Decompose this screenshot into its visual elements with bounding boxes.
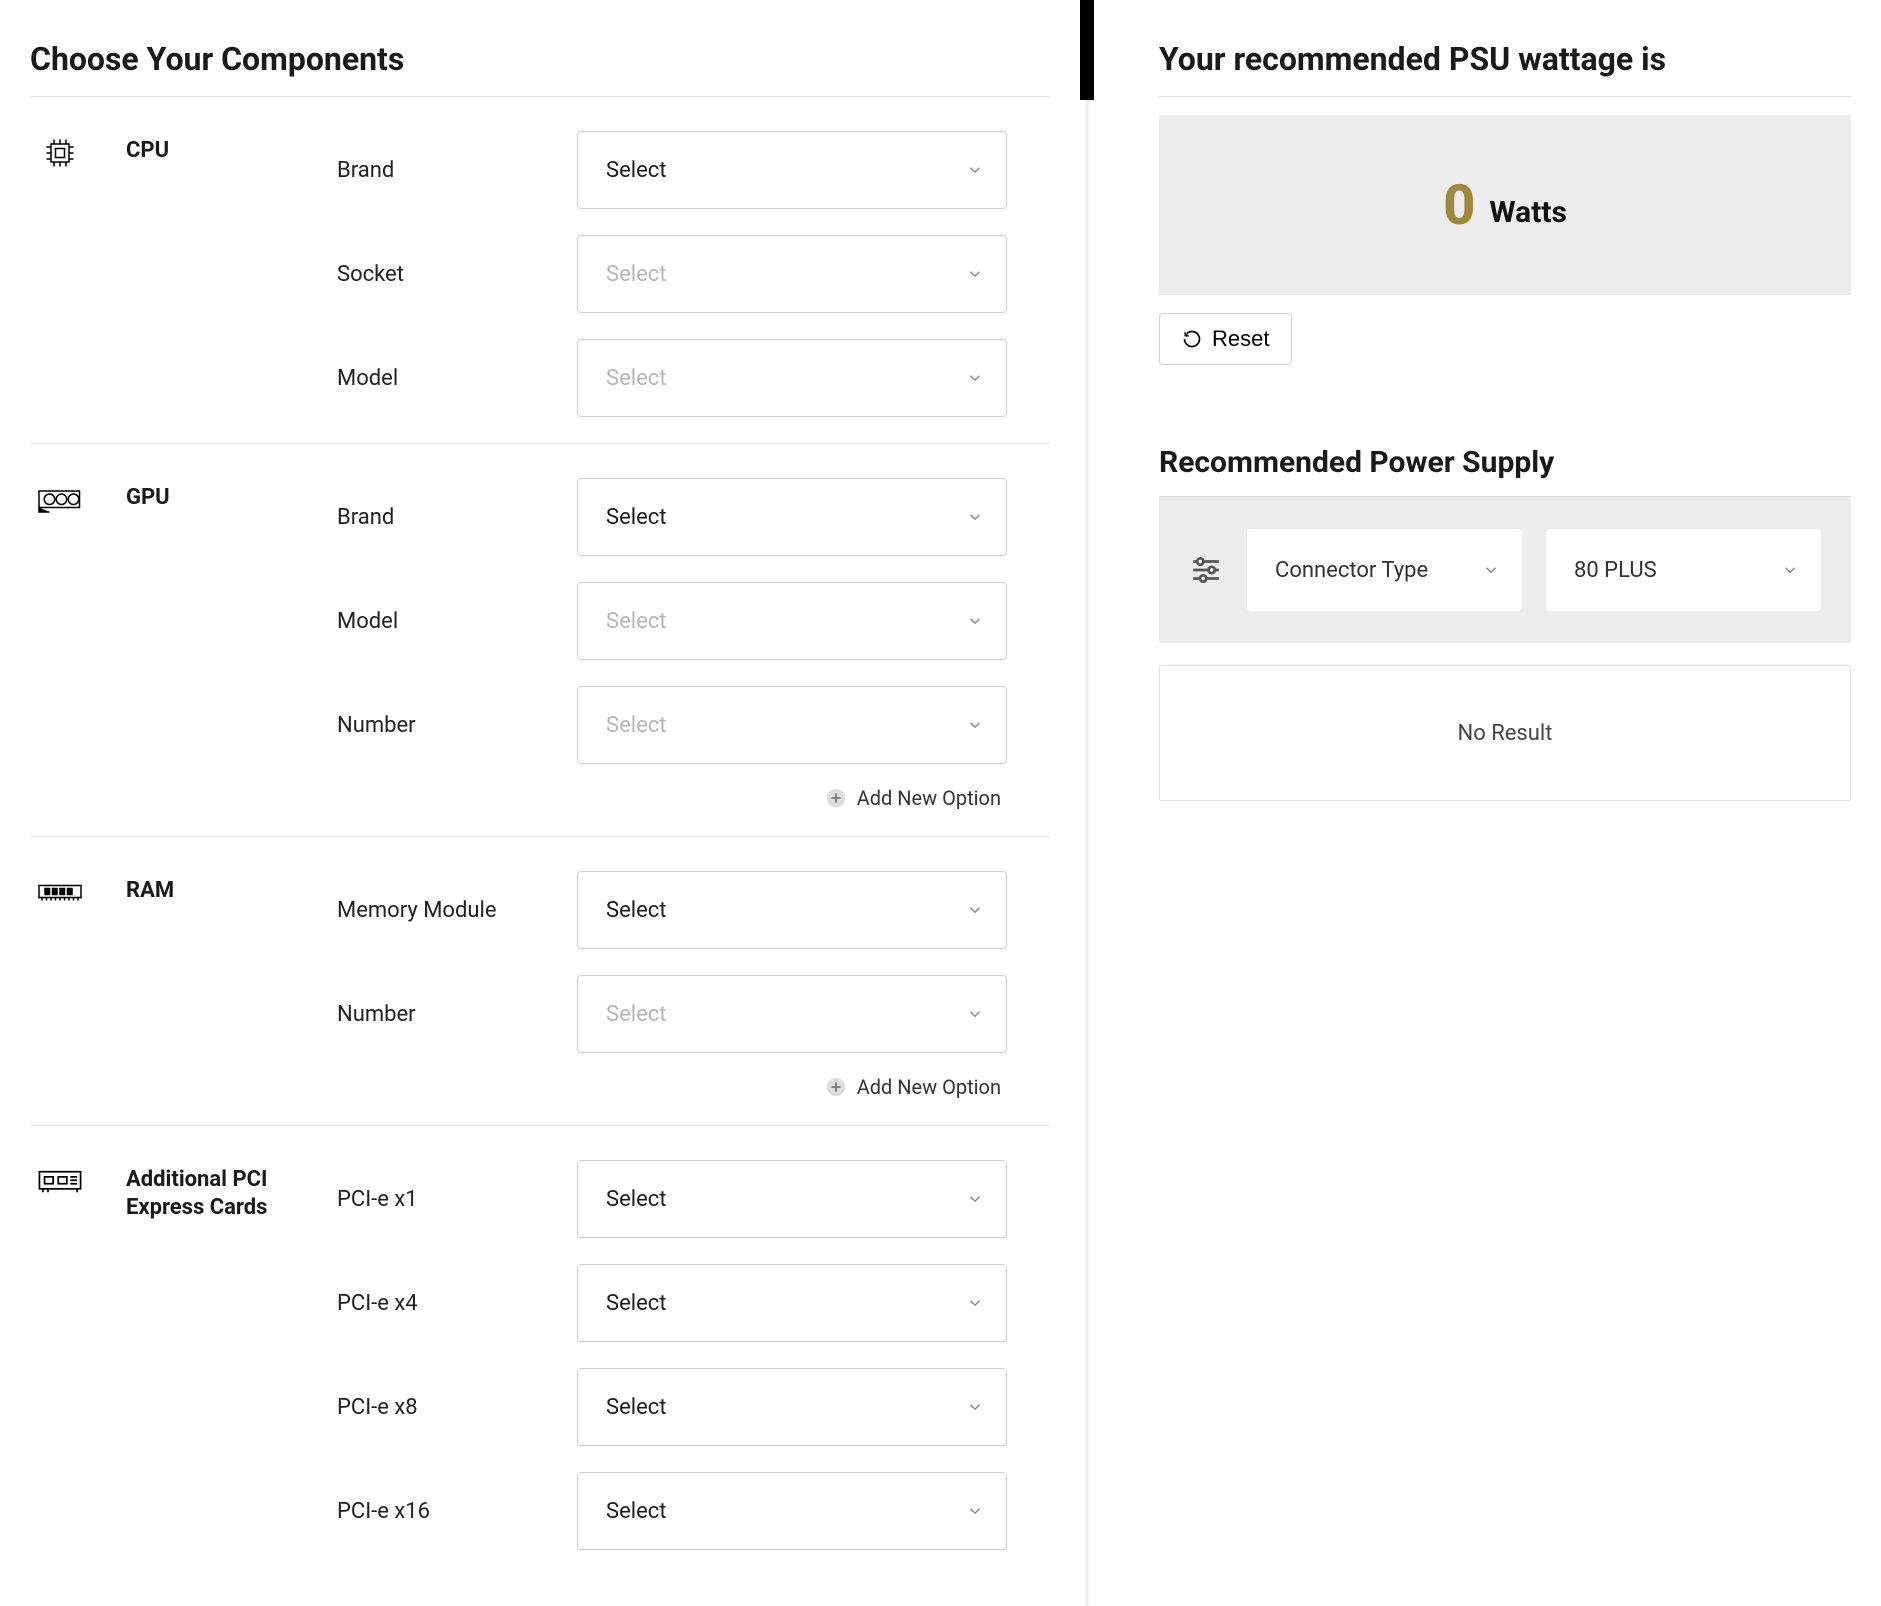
group-cpu: CPU Brand Select Socket Select: [30, 97, 1050, 444]
field-label-pcie-x16: PCI-e x16: [337, 1499, 577, 1524]
field-label-gpu-brand: Brand: [337, 505, 577, 530]
add-option-label: Add New Option: [857, 1075, 1001, 1099]
field-label-cpu-brand: Brand: [337, 158, 577, 183]
filter-bar: Connector Type 80 PLUS: [1159, 497, 1851, 643]
select-value: Select: [606, 505, 666, 530]
field-label-ram-module: Memory Module: [337, 898, 577, 923]
select-value: Select: [606, 158, 666, 183]
sliders-icon: [1189, 553, 1223, 587]
field-label-pcie-x8: PCI-e x8: [337, 1395, 577, 1420]
select-value: 80 PLUS: [1574, 558, 1657, 583]
select-value: Select: [606, 1395, 666, 1420]
field-label-gpu-model: Model: [337, 609, 577, 634]
field-label-cpu-model: Model: [337, 366, 577, 391]
group-label-ram: RAM: [126, 871, 331, 905]
select-ram-module[interactable]: Select: [577, 871, 1007, 949]
field-label-cpu-socket: Socket: [337, 262, 577, 287]
chevron-down-icon: [966, 612, 984, 630]
select-gpu-brand[interactable]: Select: [577, 478, 1007, 556]
select-value: Select: [606, 609, 666, 634]
select-pcie-x8[interactable]: Select: [577, 1368, 1007, 1446]
chevron-down-icon: [1781, 561, 1799, 579]
reset-icon: [1182, 329, 1202, 349]
add-option-label: Add New Option: [857, 786, 1001, 810]
select-value: Select: [606, 1291, 666, 1316]
chevron-down-icon: [966, 1502, 984, 1520]
pcie-icon: [30, 1160, 120, 1200]
group-label-gpu: GPU: [126, 478, 331, 512]
select-pcie-x16[interactable]: Select: [577, 1472, 1007, 1550]
scroll-thumb[interactable]: [1080, 0, 1094, 100]
scroll-track[interactable]: [1080, 0, 1094, 1606]
field-label-pcie-x1: PCI-e x1: [337, 1187, 577, 1212]
select-value: Select: [606, 366, 666, 391]
group-label-cpu: CPU: [126, 131, 331, 165]
select-value: Connector Type: [1275, 558, 1428, 583]
chevron-down-icon: [966, 1190, 984, 1208]
select-cpu-socket[interactable]: Select: [577, 235, 1007, 313]
cpu-icon: [30, 131, 120, 171]
add-ram-option[interactable]: Add New Option: [577, 1075, 1007, 1099]
components-panel: Choose Your Components CPU Brand Select …: [0, 0, 1080, 1606]
group-label-pcie: Additional PCI Express Cards: [126, 1160, 331, 1221]
select-value: Select: [606, 1187, 666, 1212]
reset-button[interactable]: Reset: [1159, 313, 1292, 365]
select-connector-type[interactable]: Connector Type: [1247, 529, 1522, 611]
select-cpu-model[interactable]: Select: [577, 339, 1007, 417]
select-pcie-x1[interactable]: Select: [577, 1160, 1007, 1238]
chevron-down-icon: [966, 161, 984, 179]
wattage-title: Your recommended PSU wattage is: [1159, 40, 1851, 78]
chevron-down-icon: [966, 1294, 984, 1312]
plus-icon: [825, 787, 847, 809]
chevron-down-icon: [966, 1005, 984, 1023]
no-result-text: No Result: [1458, 721, 1553, 746]
field-label-pcie-x4: PCI-e x4: [337, 1291, 577, 1316]
ram-icon: [30, 871, 120, 911]
chevron-down-icon: [1482, 561, 1500, 579]
chevron-down-icon: [966, 1398, 984, 1416]
reset-label: Reset: [1212, 326, 1269, 352]
gpu-icon: [30, 478, 120, 518]
chevron-down-icon: [966, 369, 984, 387]
group-pcie: Additional PCI Express Cards PCI-e x1 Se…: [30, 1126, 1050, 1576]
field-label-gpu-number: Number: [337, 713, 577, 738]
select-ram-number[interactable]: Select: [577, 975, 1007, 1053]
group-ram: RAM Memory Module Select Number Select: [30, 837, 1050, 1126]
plus-icon: [825, 1076, 847, 1098]
select-value: Select: [606, 1499, 666, 1524]
field-label-ram-number: Number: [337, 1002, 577, 1027]
select-pcie-x4[interactable]: Select: [577, 1264, 1007, 1342]
results-panel: Your recommended PSU wattage is 0 Watts …: [1094, 0, 1881, 1606]
divider: [1159, 96, 1851, 97]
select-gpu-model[interactable]: Select: [577, 582, 1007, 660]
chevron-down-icon: [966, 716, 984, 734]
wattage-value: 0: [1443, 177, 1475, 233]
select-value: Select: [606, 898, 666, 923]
select-gpu-number[interactable]: Select: [577, 686, 1007, 764]
components-title: Choose Your Components: [30, 40, 1050, 78]
chevron-down-icon: [966, 901, 984, 919]
wattage-unit: Watts: [1489, 181, 1567, 230]
select-cpu-brand[interactable]: Select: [577, 131, 1007, 209]
no-result-card: No Result: [1159, 665, 1851, 801]
chevron-down-icon: [966, 265, 984, 283]
add-gpu-option[interactable]: Add New Option: [577, 786, 1007, 810]
select-value: Select: [606, 713, 666, 738]
select-value: Select: [606, 262, 666, 287]
wattage-display: 0 Watts: [1159, 115, 1851, 295]
recommended-title: Recommended Power Supply: [1159, 445, 1851, 480]
group-gpu: GPU Brand Select Model Select: [30, 444, 1050, 837]
select-value: Select: [606, 1002, 666, 1027]
chevron-down-icon: [966, 508, 984, 526]
select-80plus[interactable]: 80 PLUS: [1546, 529, 1821, 611]
